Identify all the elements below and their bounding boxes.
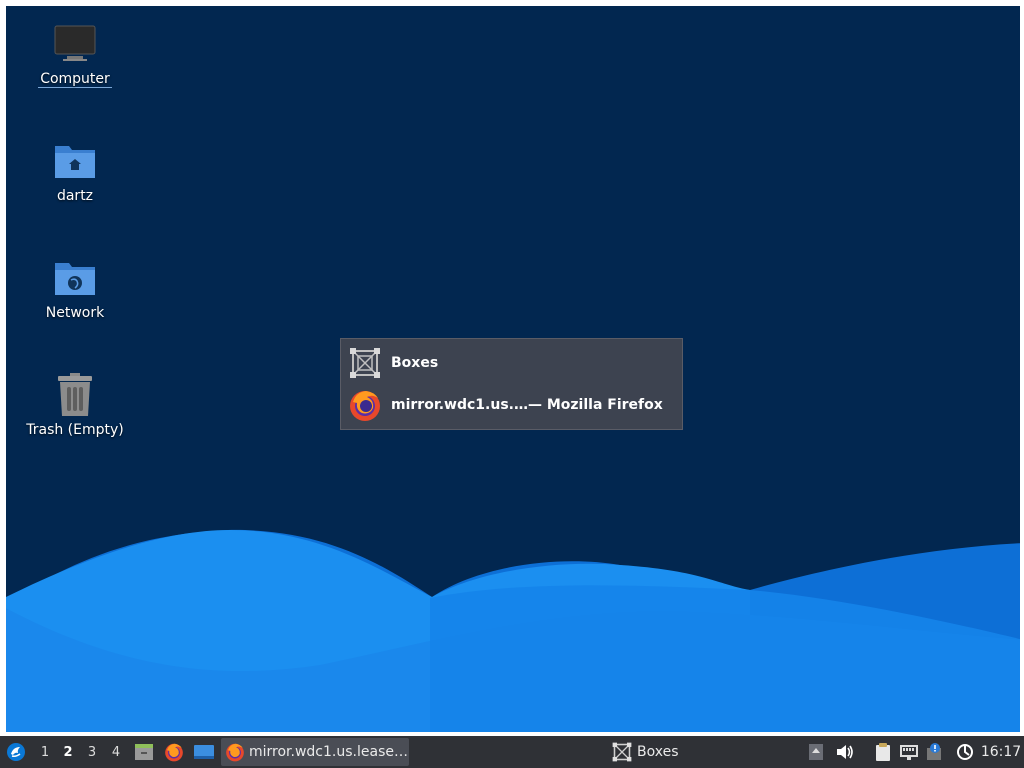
desktop-icon-label: Network <box>45 305 105 321</box>
workspace-1[interactable]: 1 <box>35 736 55 768</box>
tray-expand-button[interactable] <box>806 736 826 768</box>
boxes-icon <box>612 742 632 762</box>
network-folder-icon <box>51 254 99 302</box>
desktop-icon <box>194 745 214 759</box>
network-icon <box>900 745 918 760</box>
lubuntu-logo-icon <box>7 743 25 761</box>
clock[interactable]: 16:17 <box>978 736 1024 768</box>
task-button-firefox[interactable]: mirror.wdc1.us.lease… <box>221 738 409 766</box>
switcher-item-label: Boxes <box>391 355 439 371</box>
volume-icon <box>837 745 853 759</box>
power-manager-icon <box>957 744 973 760</box>
desktop-icon-trash[interactable]: Trash (Empty) <box>20 371 130 438</box>
window-switcher: Boxes mirror.wdc1.us.…— Mozilla Firefox <box>340 338 683 430</box>
task-button-boxes[interactable]: Boxes <box>612 736 692 768</box>
desktop[interactable]: Computer dartz Network Trash (Empty) Box… <box>0 0 1024 736</box>
file-manager-icon <box>135 744 153 760</box>
desktop-icon-computer[interactable]: Computer <box>20 20 130 88</box>
firefox-icon <box>226 743 244 762</box>
workspace-3[interactable]: 3 <box>82 736 102 768</box>
update-notifier-icon <box>927 743 941 760</box>
desktop-icon-label: dartz <box>56 188 94 204</box>
task-label: Boxes <box>637 744 679 760</box>
task-label: mirror.wdc1.us.lease… <box>249 744 408 760</box>
switcher-item-label: mirror.wdc1.us.…— Mozilla Firefox <box>391 397 663 413</box>
quicklaunch-firefox[interactable] <box>162 736 186 768</box>
taskbar: 1 2 3 4 mirror.wdc1.us.lease… Boxes 16:1… <box>0 736 1024 768</box>
desktop-icon-home[interactable]: dartz <box>20 137 130 204</box>
quicklaunch-file-manager[interactable] <box>132 736 156 768</box>
start-menu-button[interactable] <box>4 736 28 768</box>
home-folder-icon <box>51 137 99 185</box>
up-arrow-icon <box>809 744 823 760</box>
desktop-icon-network[interactable]: Network <box>20 254 130 321</box>
desktop-icon-label: Trash (Empty) <box>26 422 124 438</box>
tray-network[interactable] <box>898 736 920 768</box>
tray-volume[interactable] <box>834 736 856 768</box>
firefox-icon <box>347 387 383 423</box>
desktop-icon-label: Computer <box>38 71 112 88</box>
boxes-icon <box>347 345 383 381</box>
show-desktop-button[interactable] <box>192 736 216 768</box>
switcher-item-boxes[interactable]: Boxes <box>347 344 438 382</box>
tray-clipboard[interactable] <box>872 736 894 768</box>
clipboard-icon <box>876 743 890 761</box>
tray-power[interactable] <box>954 736 976 768</box>
tray-updates[interactable] <box>924 736 946 768</box>
trash-icon <box>51 371 99 419</box>
firefox-icon <box>165 743 183 762</box>
workspace-2[interactable]: 2 <box>58 736 78 768</box>
workspace-4[interactable]: 4 <box>106 736 126 768</box>
computer-icon <box>51 20 99 68</box>
switcher-item-firefox[interactable]: mirror.wdc1.us.…— Mozilla Firefox <box>347 386 663 424</box>
